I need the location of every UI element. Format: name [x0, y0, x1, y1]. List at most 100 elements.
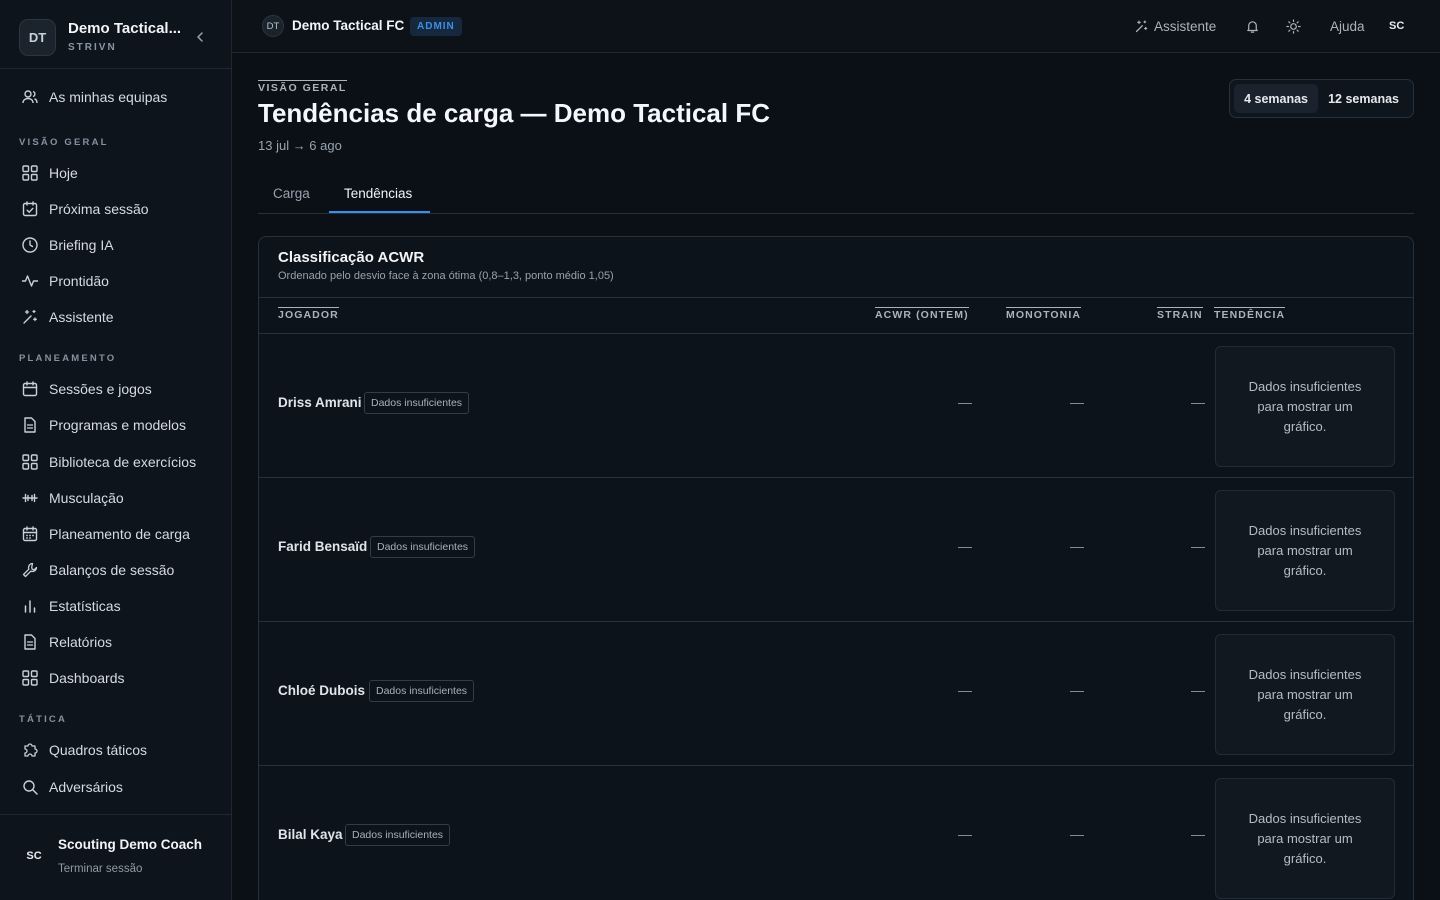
table-header: JOGADOR ACWR (ONTEM) MONOTONIA STRAIN TE… [259, 297, 1413, 334]
nav-gym[interactable]: Musculação [12, 483, 220, 513]
nav-programs[interactable]: Programas e modelos [12, 410, 220, 440]
status-badge: Dados insuficientes [364, 392, 470, 414]
user-name: Scouting Demo Coach [58, 837, 203, 852]
nav-stats[interactable]: Estatísticas [12, 591, 220, 621]
nav-next-session[interactable]: Próxima sessão [12, 194, 220, 224]
user-menu-avatar[interactable]: SC [1389, 16, 1404, 36]
status-badge: Dados insuficientes [369, 680, 475, 702]
strain-value: — [1191, 826, 1205, 842]
col-acwr[interactable]: ACWR (ONTEM) [875, 307, 969, 321]
nav-reviews[interactable]: Balanços de sessão [12, 555, 220, 585]
monotony-value: — [1070, 826, 1084, 842]
nav-assistant[interactable]: Assistente [12, 302, 220, 332]
nav-label: Biblioteca de exercícios [49, 454, 197, 470]
col-monotony[interactable]: MONOTONIA [1006, 307, 1082, 321]
nav-label: As minhas equipas [49, 89, 168, 105]
acwr-value: — [958, 394, 972, 410]
tab-load[interactable]: Carga [273, 186, 310, 214]
monotony-value: — [1070, 682, 1084, 698]
nav-label: Musculação [49, 490, 124, 506]
logout-link[interactable]: Terminar sessão [58, 863, 142, 875]
table-row[interactable]: Farid Bensaïd Dados insuficientes — — — … [259, 478, 1413, 622]
nav-label: Sessões e jogos [49, 381, 152, 397]
nav-label: Briefing IA [49, 237, 114, 253]
sparkles-wand-icon [1134, 19, 1149, 34]
page-title: Tendências de carga — Demo Tactical FC [258, 98, 770, 128]
sparkles-wand-icon [21, 308, 39, 326]
nav-briefing[interactable]: Briefing IA [12, 230, 220, 260]
nav-readiness[interactable]: Prontidão [12, 266, 220, 296]
status-badge: Dados insuficientes [345, 824, 451, 846]
status-badge: Dados insuficientes [370, 536, 476, 558]
assistant-button[interactable]: Assistente [1134, 16, 1216, 36]
nav-load-planning[interactable]: Planeamento de carga [12, 519, 220, 549]
trend-placeholder: Dados insuficientes para mostrar um gráf… [1215, 778, 1395, 899]
nav-label: Dashboards [49, 670, 125, 686]
nav-reports[interactable]: Relatórios [12, 627, 220, 657]
main-content: VISÃO GERAL Tendências de carga — Demo T… [232, 53, 1440, 900]
user-avatar: SC [26, 850, 42, 862]
nav-opponents[interactable]: Adversários [12, 772, 220, 802]
tab-trends[interactable]: Tendências [344, 186, 412, 214]
bar-chart-icon [21, 597, 39, 615]
acwr-value: — [958, 826, 972, 842]
team-avatar: DT [19, 19, 56, 56]
nav-label: Hoje [49, 165, 78, 181]
range-4-weeks-button[interactable]: 4 semanas [1234, 84, 1319, 113]
nav-sessions[interactable]: Sessões e jogos [12, 374, 220, 404]
range-12-weeks-button[interactable]: 12 semanas [1318, 84, 1409, 113]
table-row[interactable]: Chloé Dubois Dados insuficientes — — — D… [259, 622, 1413, 766]
dumbbell-icon [21, 489, 39, 507]
activity-icon [21, 272, 39, 290]
grid-icon [21, 453, 39, 471]
player-name: Farid Bensaïd [278, 539, 368, 554]
table-row[interactable]: Driss Amrani Dados insuficientes — — — D… [259, 334, 1413, 478]
active-tab-indicator [329, 211, 430, 213]
brand-name: STRIVN [68, 42, 117, 53]
nav-today[interactable]: Hoje [12, 158, 220, 188]
acwr-value: — [958, 682, 972, 698]
trend-placeholder: Dados insuficientes para mostrar um gráf… [1215, 634, 1395, 755]
col-strain[interactable]: STRAIN [1157, 307, 1203, 321]
team-switcher[interactable]: DT Demo Tactical... STRIVN [0, 0, 231, 69]
clock-icon [21, 236, 39, 254]
acwr-ranking-card: Classificação ACWR Ordenado pelo desvio … [258, 236, 1414, 900]
strain-value: — [1191, 682, 1205, 698]
monotony-value: — [1070, 394, 1084, 410]
nav-label: Estatísticas [49, 598, 121, 614]
bell-icon[interactable] [1245, 16, 1260, 36]
range-toggle: 4 semanas 12 semanas [1229, 79, 1414, 118]
date-range: 13 jul → 6 ago [258, 138, 342, 153]
wrench-icon [21, 561, 39, 579]
nav-library[interactable]: Biblioteca de exercícios [12, 447, 220, 477]
trend-placeholder: Dados insuficientes para mostrar um gráf… [1215, 346, 1395, 467]
calendar-grid-icon [21, 525, 39, 543]
help-button[interactable]: Ajuda [1330, 16, 1365, 36]
team-avatar: DT [262, 15, 284, 37]
card-subtitle: Ordenado pelo desvio face à zona ótima (… [278, 270, 614, 282]
sun-icon[interactable] [1286, 16, 1301, 36]
user-panel: SC Scouting Demo Coach Terminar sessão [0, 814, 232, 900]
nav-label: Adversários [49, 779, 123, 795]
calendar-icon [21, 380, 39, 398]
sidebar: DT Demo Tactical... STRIVN As minhas equ… [0, 0, 232, 900]
tabs: Carga Tendências [258, 180, 1414, 214]
card-title: Classificação ACWR [278, 249, 425, 266]
calendar-check-icon [21, 200, 39, 218]
col-player[interactable]: JOGADOR [278, 307, 339, 321]
strain-value: — [1191, 394, 1205, 410]
nav-label: Balanços de sessão [49, 562, 175, 578]
nav-label: Quadros táticos [49, 742, 148, 758]
assistant-label: Assistente [1154, 18, 1217, 34]
player-name: Bilal Kaya [278, 827, 343, 842]
player-name: Driss Amrani [278, 395, 362, 410]
table-row[interactable]: Bilal Kaya Dados insuficientes — — — Dad… [259, 766, 1413, 900]
nav-dashboards[interactable]: Dashboards [12, 663, 220, 693]
collapse-sidebar-icon[interactable] [193, 30, 207, 44]
nav-my-teams[interactable]: As minhas equipas [12, 82, 220, 112]
nav-boards[interactable]: Quadros táticos [12, 735, 220, 765]
nav-label: Assistente [49, 309, 114, 325]
section-overview: VISÃO GERAL [19, 137, 109, 148]
strain-value: — [1191, 538, 1205, 554]
section-planning: PLANEAMENTO [19, 353, 117, 364]
